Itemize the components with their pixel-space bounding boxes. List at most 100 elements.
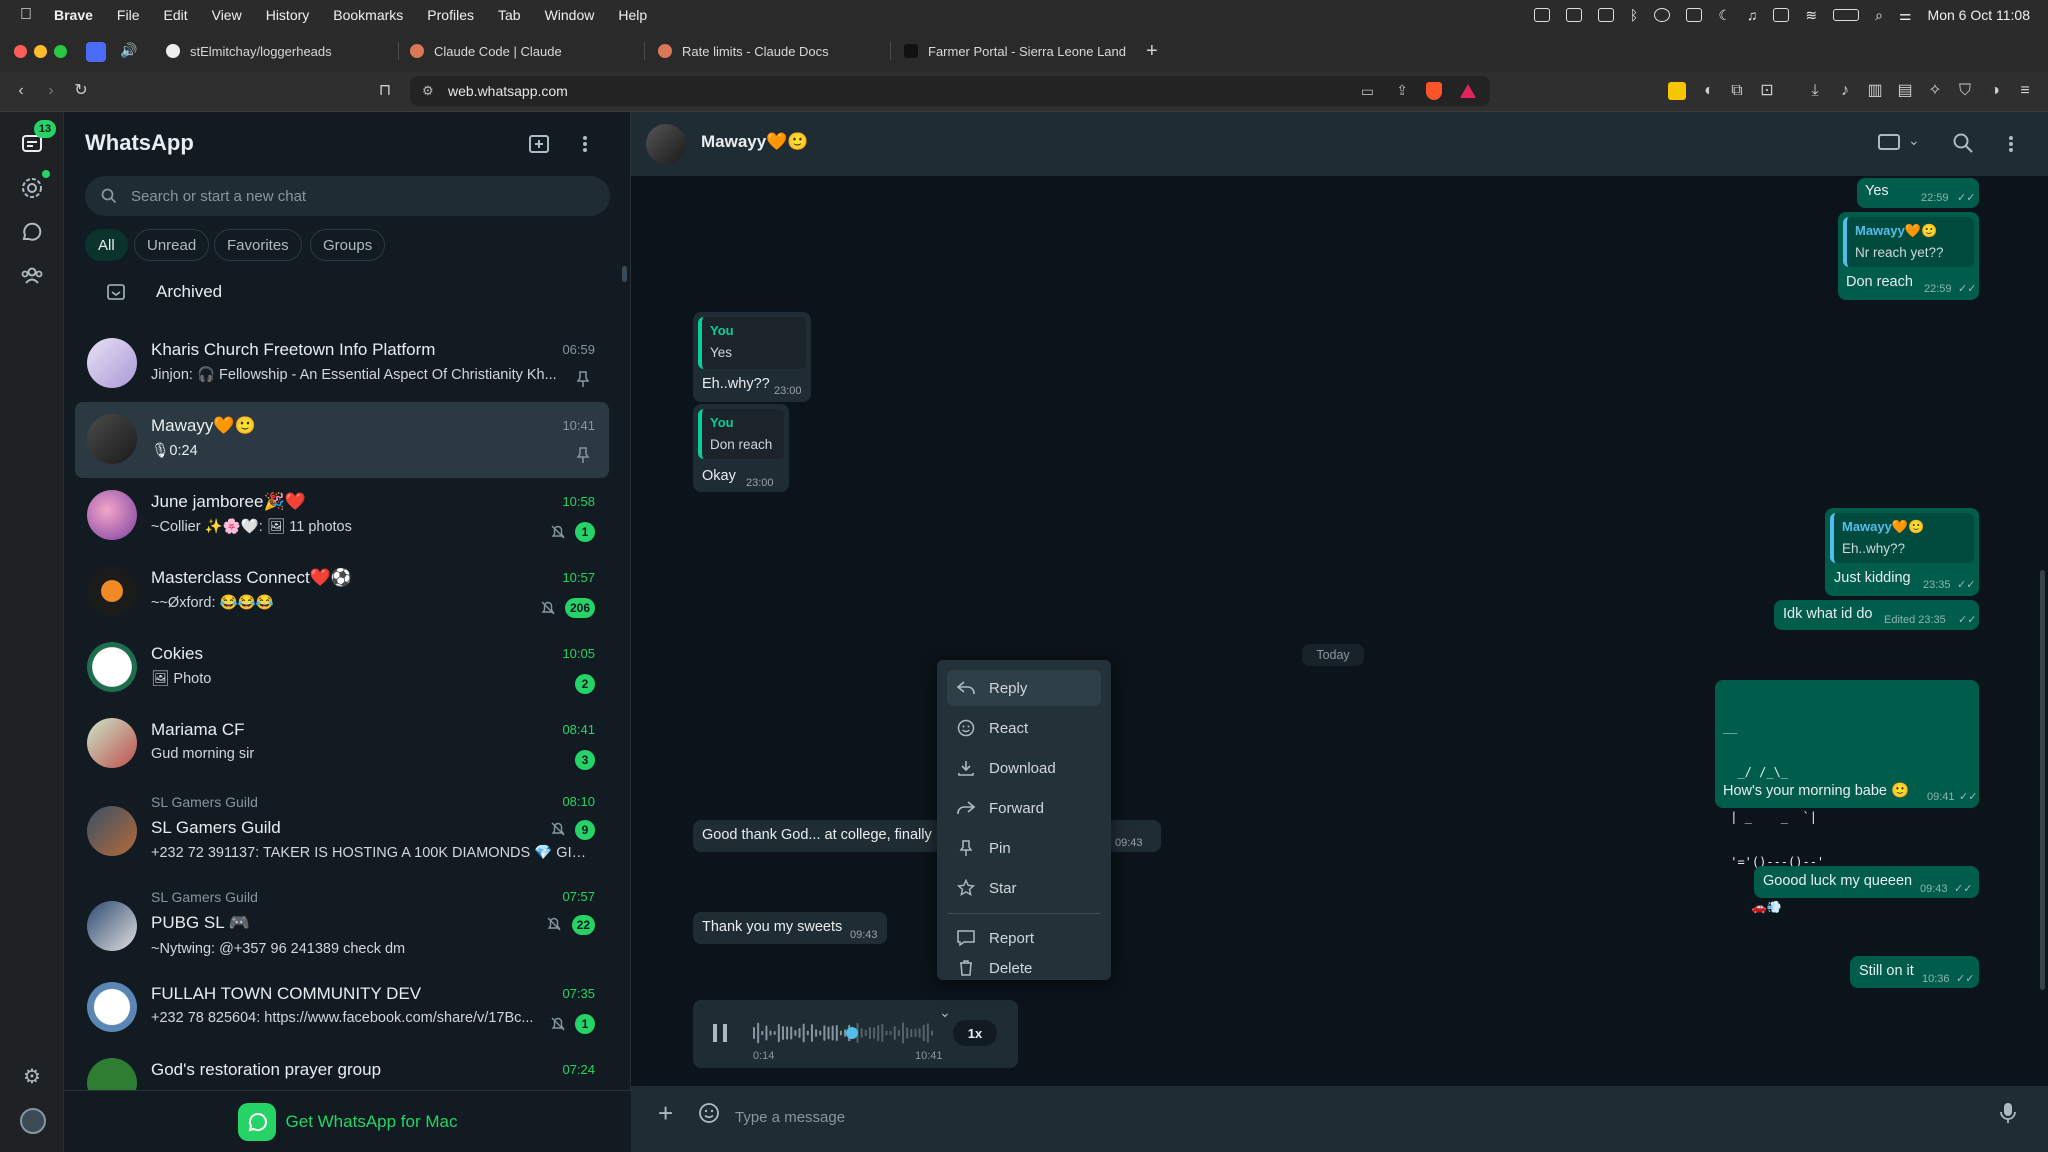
emoji-icon[interactable] bbox=[698, 1102, 720, 1124]
tab-rate-limits[interactable]: Rate limits - Claude Docs bbox=[648, 36, 888, 66]
share-icon[interactable]: ⇪ bbox=[1396, 82, 1408, 99]
chat-row-pubg-sl[interactable]: SL Gamers Guild PUBG SL 🎮 ~Nytwing: @+35… bbox=[75, 885, 609, 969]
chat-row-mariama-cf[interactable]: Mariama CF Gud morning sir 08:41 3 bbox=[75, 706, 609, 782]
bookmark-icon[interactable]: ⊓ bbox=[376, 82, 394, 100]
menu-item-forward[interactable]: Forward bbox=[947, 790, 1101, 826]
filter-unread[interactable]: Unread bbox=[134, 229, 210, 261]
spotlight-search-icon[interactable]: ⌕ bbox=[1875, 7, 1883, 24]
site-settings-icon[interactable]: ⚙ bbox=[422, 83, 434, 99]
quoted-message[interactable]: Mawayy🧡🙂 Eh..why?? bbox=[1830, 513, 1974, 563]
audio-playing-icon[interactable]: 🔊 bbox=[120, 42, 140, 62]
message-outgoing[interactable]: Yes 22:59 ✓✓ bbox=[1857, 178, 1979, 208]
extensions-puzzle-icon[interactable]: ⧉ bbox=[1728, 82, 1746, 100]
status-icon[interactable] bbox=[20, 176, 44, 200]
menu-app-name[interactable]: Brave bbox=[54, 7, 93, 23]
menu-profiles[interactable]: Profiles bbox=[427, 7, 474, 23]
clock-datetime[interactable]: Mon 6 Oct 11:08 bbox=[1928, 7, 2030, 23]
message-outgoing[interactable]: Mawayy🧡🙂 Eh..why?? Just kidding 23:35 ✓✓ bbox=[1825, 508, 1979, 596]
menu-edit[interactable]: Edit bbox=[163, 7, 187, 23]
menu-item-pin[interactable]: Pin bbox=[947, 830, 1101, 866]
minimize-window-button[interactable] bbox=[34, 45, 47, 58]
chat-scrollbar[interactable] bbox=[2040, 570, 2045, 990]
menu-item-react[interactable]: React bbox=[947, 710, 1101, 746]
microphone-icon[interactable] bbox=[2000, 1102, 2016, 1124]
playback-scrubber[interactable] bbox=[846, 1027, 858, 1039]
battery-icon[interactable] bbox=[1833, 9, 1860, 21]
search-input[interactable]: Search or start a new chat bbox=[85, 176, 610, 216]
channels-icon[interactable] bbox=[20, 220, 44, 244]
message-outgoing[interactable]: Idk what id do Edited 23:35 ✓✓ bbox=[1774, 600, 1979, 630]
message-incoming[interactable]: Thank you my sweets 09:43 bbox=[693, 912, 887, 944]
filter-favorites[interactable]: Favorites bbox=[214, 229, 302, 261]
downloads-icon[interactable]: ⤓ bbox=[1806, 82, 1824, 100]
status-icon[interactable] bbox=[1654, 8, 1671, 22]
pause-icon[interactable] bbox=[713, 1024, 727, 1042]
conversation-menu-icon[interactable] bbox=[2008, 133, 2014, 155]
vpn-icon[interactable]: ⛉ bbox=[1956, 82, 1974, 100]
screenshot-icon[interactable]: ⊡ bbox=[1758, 82, 1776, 100]
menu-item-star[interactable]: Star bbox=[947, 870, 1101, 906]
communities-icon[interactable] bbox=[20, 264, 44, 288]
filter-all[interactable]: All bbox=[85, 229, 128, 261]
menu-tab[interactable]: Tab bbox=[498, 7, 521, 23]
message-input[interactable]: Type a message bbox=[735, 1097, 1975, 1137]
get-whatsapp-mac-banner[interactable]: Get WhatsApp for Mac bbox=[64, 1090, 631, 1152]
new-tab-button[interactable]: + bbox=[1146, 40, 1158, 63]
control-center-icon[interactable]: ⚌ bbox=[1899, 7, 1912, 24]
browser-menu-icon[interactable]: ≡ bbox=[2016, 82, 2034, 100]
chat-row-fullah-town[interactable]: FULLAH TOWN COMMUNITY DEV +232 78 825604… bbox=[75, 970, 609, 1046]
menu-item-reply[interactable]: Reply bbox=[947, 670, 1101, 706]
quoted-message[interactable]: You Don reach bbox=[698, 409, 784, 459]
quoted-message[interactable]: Mawayy🧡🙂 Nr reach yet?? bbox=[1843, 217, 1974, 267]
chat-row-mawayy[interactable]: Mawayy🧡🙂 🎙0:24 10:41 bbox=[75, 402, 609, 478]
scrollbar-thumb[interactable] bbox=[622, 266, 627, 282]
wallet-icon[interactable]: ▤ bbox=[1896, 82, 1914, 100]
quoted-message[interactable]: You Yes bbox=[698, 317, 806, 369]
tab-farmer-portal[interactable]: Farmer Portal - Sierra Leone Land bbox=[894, 36, 1144, 66]
extension-icon[interactable] bbox=[1668, 82, 1686, 100]
menu-history[interactable]: History bbox=[266, 7, 310, 23]
menu-view[interactable]: View bbox=[212, 7, 242, 23]
back-icon[interactable]: ‹ bbox=[12, 82, 30, 100]
chat-row-gods-restoration[interactable]: God's restoration prayer group 07:24 bbox=[75, 1046, 609, 1090]
search-icon[interactable] bbox=[1952, 132, 1974, 154]
menu-item-report[interactable]: Report bbox=[947, 920, 1101, 956]
settings-icon[interactable]: ⚙ bbox=[20, 1064, 44, 1088]
tab-claude-code[interactable]: Claude Code | Claude bbox=[400, 36, 640, 66]
voice-message[interactable]: 0:14 10:41 1x ⌄ bbox=[693, 1000, 1018, 1068]
message-outgoing[interactable]: Goood luck my queeen 09:43 ✓✓ bbox=[1754, 866, 1979, 898]
message-outgoing[interactable]: Mawayy🧡🙂 Nr reach yet?? Don reach 22:59 … bbox=[1838, 212, 1979, 300]
moon-icon[interactable]: ☾ bbox=[1718, 7, 1731, 24]
chat-row-kharis-church[interactable]: Kharis Church Freetown Info Platform Jin… bbox=[75, 326, 609, 402]
menu-bookmarks[interactable]: Bookmarks bbox=[333, 7, 403, 23]
menu-file[interactable]: File bbox=[117, 7, 140, 23]
chevron-down-icon[interactable]: ⌄ bbox=[1908, 132, 1920, 149]
close-window-button[interactable] bbox=[14, 45, 27, 58]
archived-row[interactable]: Archived bbox=[106, 282, 222, 302]
video-call-icon[interactable] bbox=[1878, 134, 1900, 150]
message-incoming[interactable]: You Yes Eh..why?? 23:00 bbox=[693, 312, 811, 402]
status-icon[interactable] bbox=[1533, 8, 1550, 22]
menu-help[interactable]: Help bbox=[618, 7, 647, 23]
reload-icon[interactable]: ↻ bbox=[72, 82, 90, 100]
chat-row-sl-gamers-guild[interactable]: SL Gamers Guild SL Gamers Guild +232 72 … bbox=[75, 790, 609, 874]
status-icon[interactable] bbox=[1773, 8, 1790, 22]
chat-row-cokies[interactable]: Cokies 🖼 Photo 10:05 2 bbox=[75, 630, 609, 706]
menu-item-download[interactable]: Download bbox=[947, 750, 1101, 786]
forward-icon[interactable]: › bbox=[42, 82, 60, 100]
sidebar-icon[interactable]: ▥ bbox=[1866, 82, 1884, 100]
profile-icon[interactable]: ◑ bbox=[1986, 82, 2004, 100]
sidebar-toggle-icon[interactable] bbox=[86, 42, 106, 62]
brave-shields-icon[interactable] bbox=[1426, 82, 1442, 100]
chat-row-june-jamboree[interactable]: June jamboree🎉❤️ ~Collier ✨🌸🤍: 🖼 11 phot… bbox=[75, 478, 609, 554]
menu-window[interactable]: Window bbox=[545, 7, 595, 23]
headphones-icon[interactable]: ♫ bbox=[1747, 7, 1758, 23]
contact-avatar[interactable] bbox=[646, 124, 686, 164]
message-outgoing[interactable]: __ _/ /_\_ | _ _ `| '='()---()--' 🚗💨 How… bbox=[1715, 680, 1979, 914]
install-app-icon[interactable]: ▭ bbox=[1361, 83, 1374, 100]
attach-plus-icon[interactable]: + bbox=[658, 1100, 673, 1126]
status-icon[interactable] bbox=[1597, 8, 1614, 22]
leo-ai-icon[interactable]: ✧ bbox=[1926, 82, 1944, 100]
message-options-chevron-icon[interactable]: ⌄ bbox=[939, 1004, 951, 1021]
playback-speed-button[interactable]: 1x bbox=[953, 1020, 997, 1046]
